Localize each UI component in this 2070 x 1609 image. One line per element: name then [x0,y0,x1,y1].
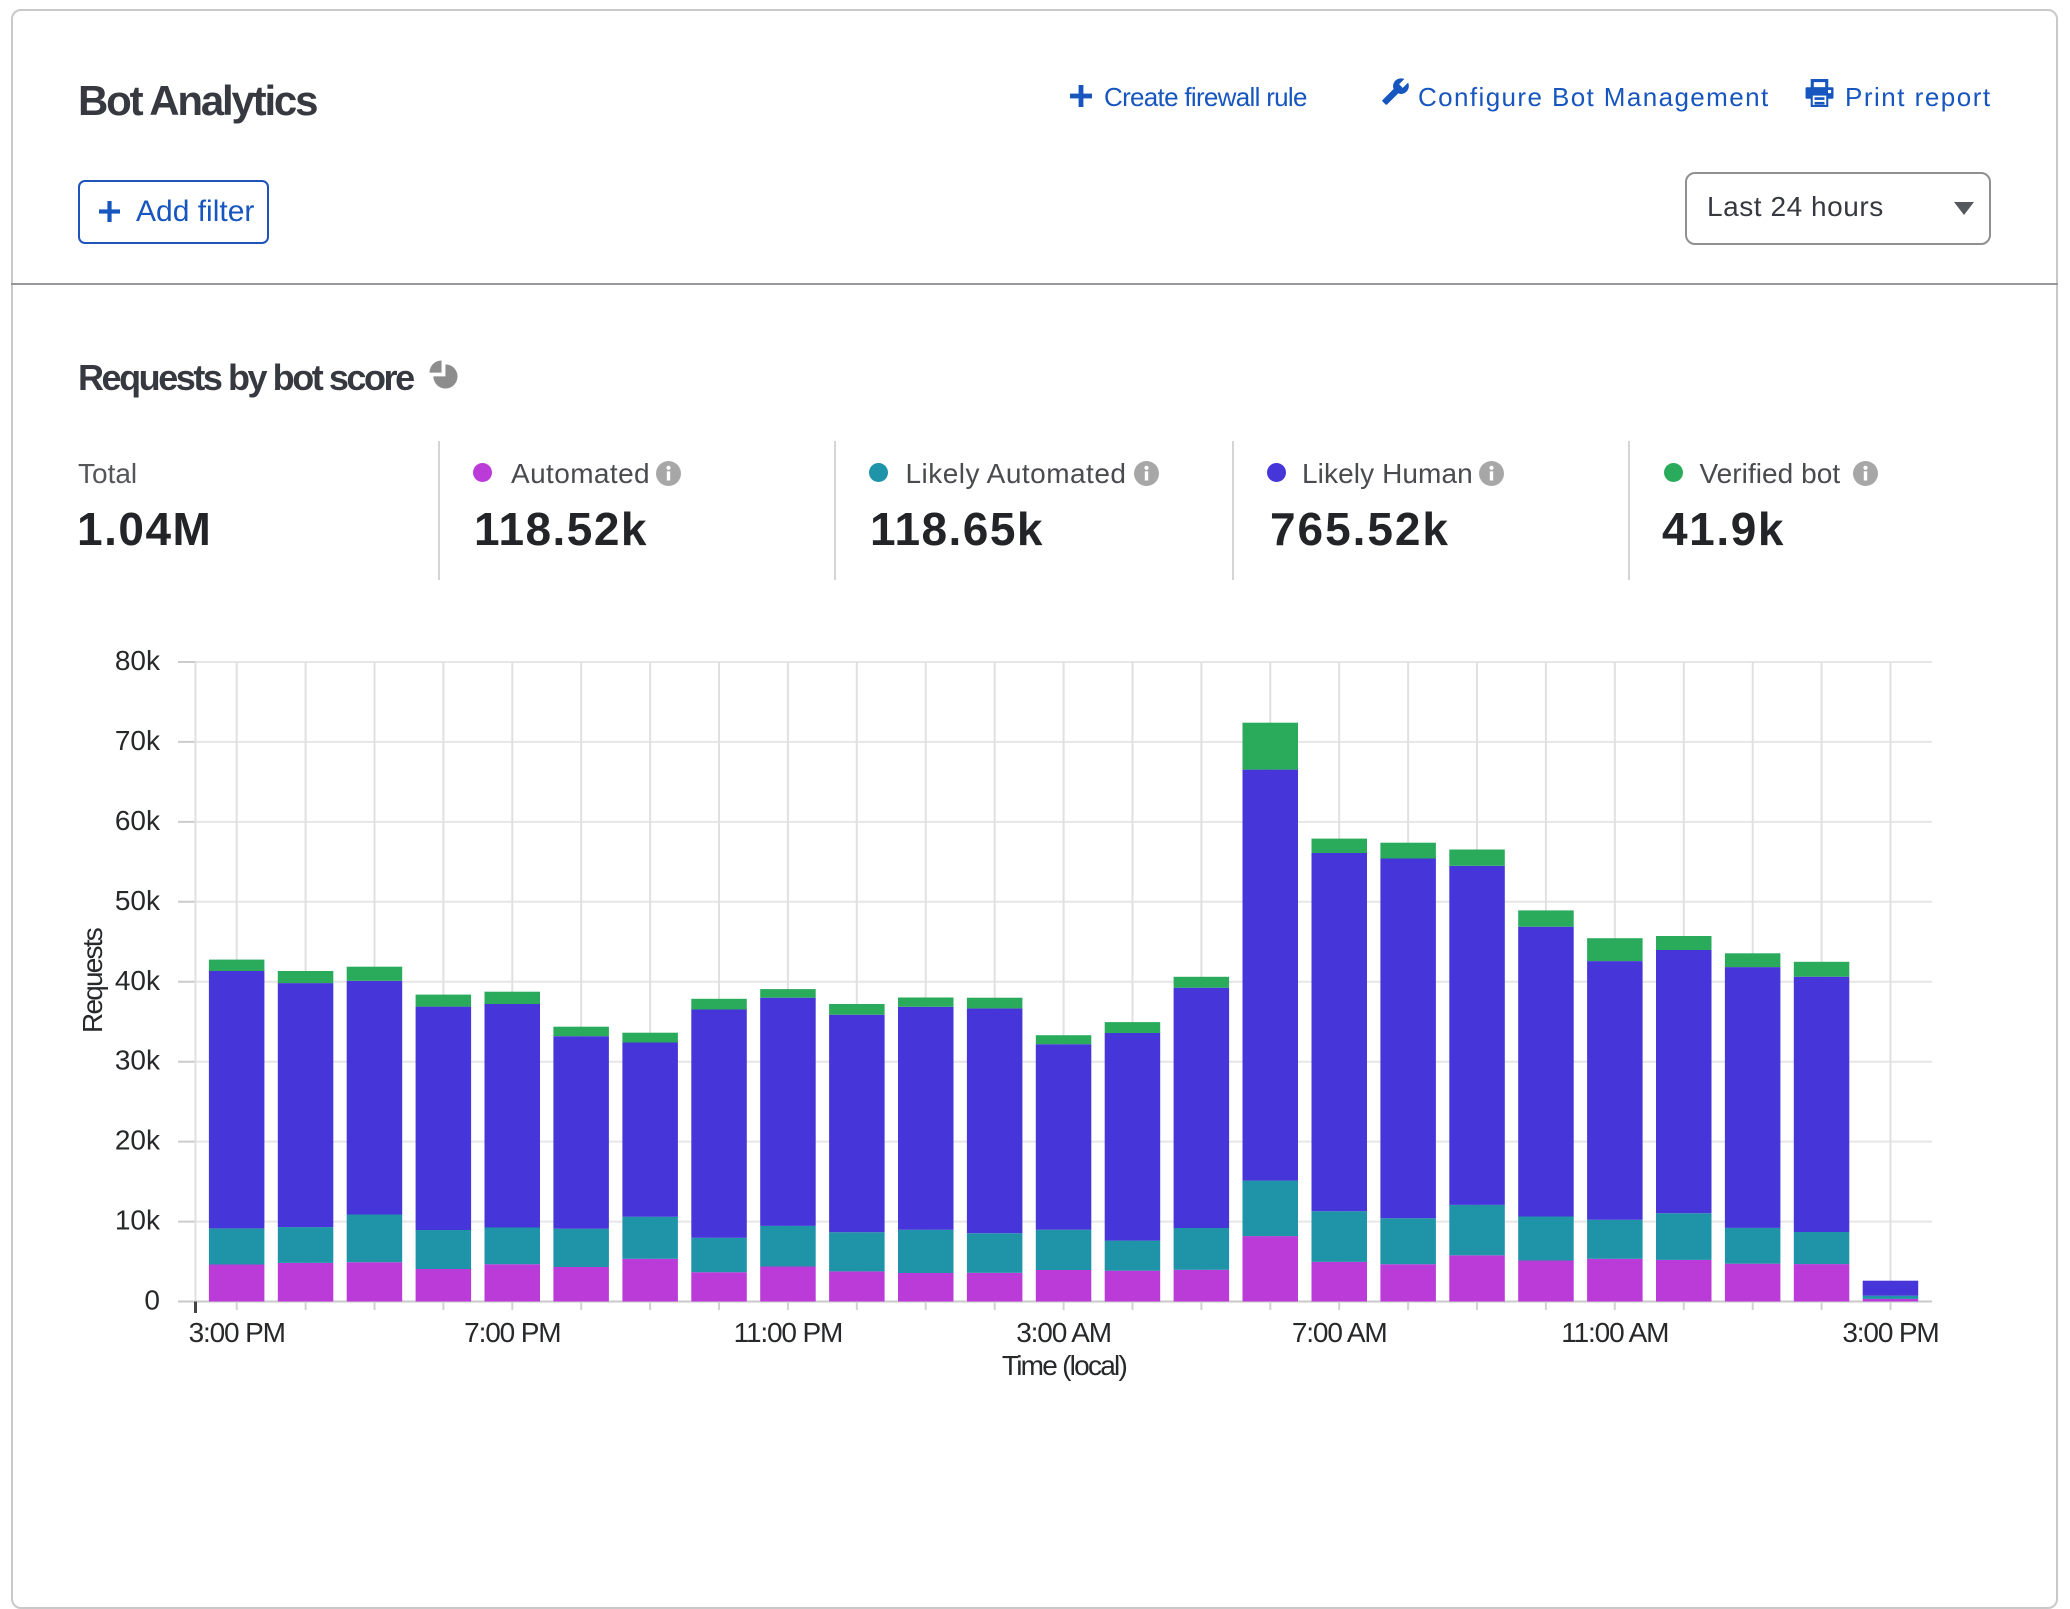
svg-text:Requests: Requests [77,928,108,1033]
svg-text:0: 0 [144,1285,160,1316]
svg-text:20k: 20k [115,1125,161,1156]
svg-text:10k: 10k [115,1205,161,1236]
svg-text:50k: 50k [115,885,161,916]
svg-text:80k: 80k [115,645,161,676]
svg-text:70k: 70k [115,725,161,756]
svg-text:7:00 PM: 7:00 PM [464,1317,560,1348]
svg-text:Time (local): Time (local) [1002,1350,1127,1381]
svg-text:11:00 AM: 11:00 AM [1561,1317,1668,1348]
svg-text:40k: 40k [115,965,161,996]
svg-text:3:00 PM: 3:00 PM [1842,1317,1938,1348]
svg-text:11:00 PM: 11:00 PM [734,1317,843,1348]
svg-text:60k: 60k [115,805,161,836]
svg-text:3:00 PM: 3:00 PM [189,1317,285,1348]
svg-text:30k: 30k [115,1045,161,1076]
svg-text:3:00 AM: 3:00 AM [1016,1317,1111,1348]
svg-text:7:00 AM: 7:00 AM [1292,1317,1387,1348]
